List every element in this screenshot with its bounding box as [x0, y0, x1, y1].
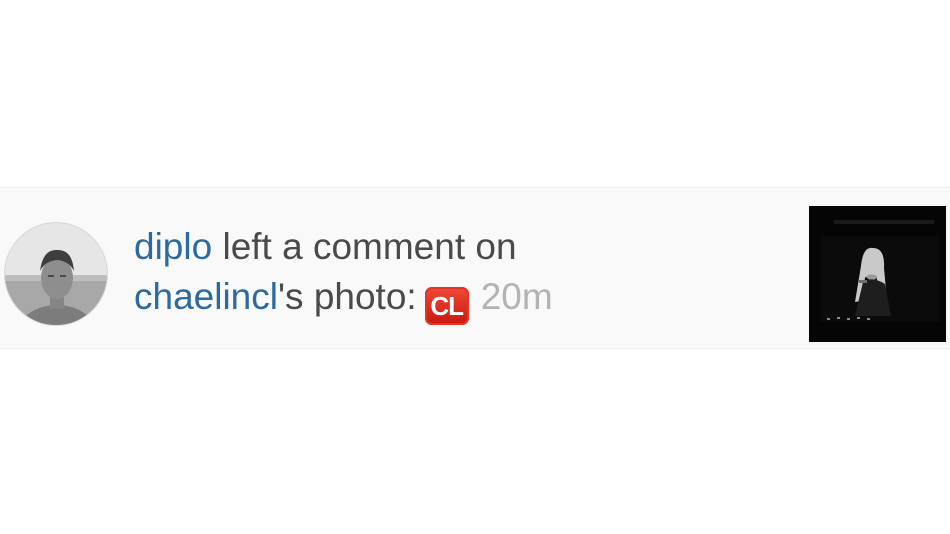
notification-text: diplo left a comment on chaelincl's photo… — [134, 222, 774, 325]
cl-emoji-icon: CL — [424, 287, 469, 325]
action-text: left a comment on — [212, 226, 517, 267]
user-avatar-icon[interactable] — [4, 222, 108, 326]
notification-row[interactable]: diplo left a comment on chaelincl's photo… — [0, 187, 950, 349]
timestamp: 20m — [480, 276, 553, 317]
target-suffix: 's photo: — [277, 276, 417, 317]
activity-feed: diplo left a comment on chaelincl's photo… — [0, 0, 950, 534]
target-username[interactable]: chaelincl — [134, 276, 278, 317]
actor-username[interactable]: diplo — [134, 226, 212, 267]
photo-thumbnail-icon[interactable] — [809, 206, 946, 342]
